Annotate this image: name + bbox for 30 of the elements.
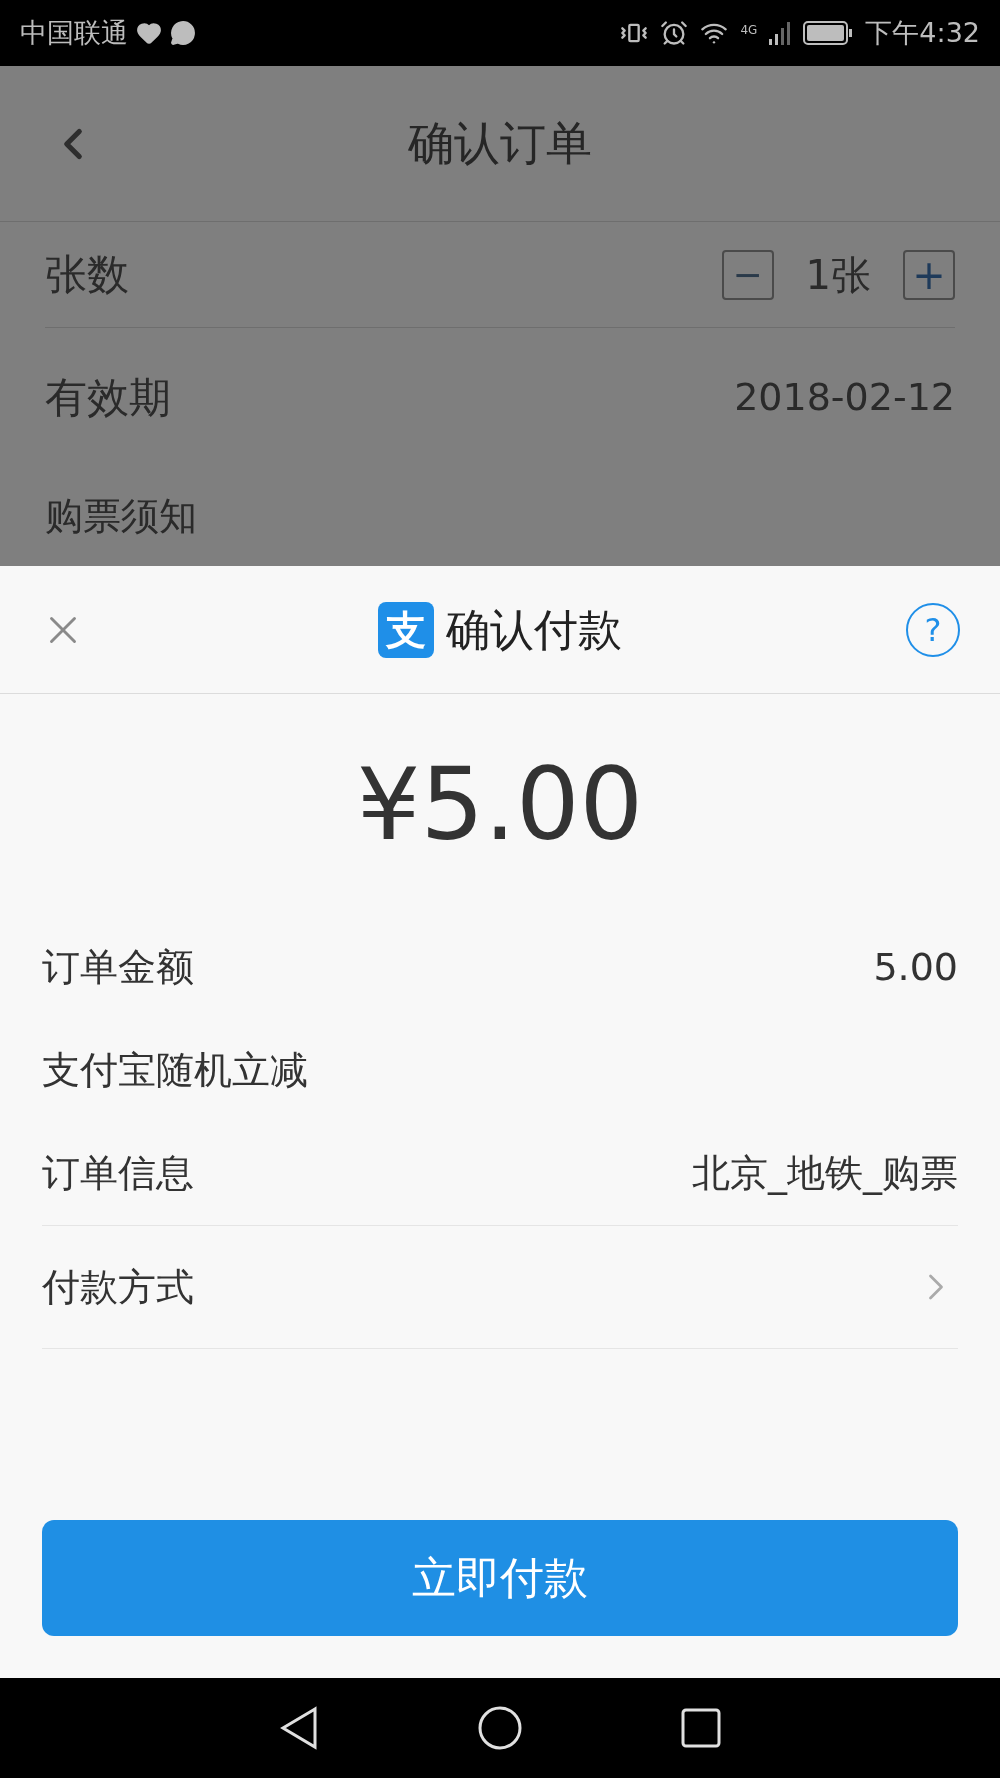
clock-time: 下午4:32 xyxy=(865,15,980,50)
recents-nav-icon[interactable] xyxy=(681,1708,721,1748)
quantity-value: 1张 xyxy=(805,250,871,300)
row-label[interactable]: 付款方式 xyxy=(42,1258,194,1316)
minus-button[interactable]: − xyxy=(721,249,774,300)
pay-button[interactable]: 立即付款 xyxy=(42,1520,958,1636)
row-label: 订单信息 xyxy=(42,1150,194,1197)
battery-icon xyxy=(803,21,854,45)
back-nav-icon[interactable] xyxy=(279,1706,319,1750)
alarm-icon xyxy=(660,19,689,47)
help-button[interactable]: ? xyxy=(906,602,960,657)
row-value: 5.00 xyxy=(873,944,958,991)
app-logo: 支 xyxy=(378,601,434,658)
signal-icon xyxy=(769,21,792,45)
chat-icon xyxy=(170,20,196,46)
row-label: 有效期 xyxy=(45,371,171,424)
plus-button[interactable]: + xyxy=(903,249,955,300)
row-label: 张数 xyxy=(45,249,129,301)
row-label: 支付宝随机立减 xyxy=(42,1047,308,1094)
sheet-title: 确认付款 xyxy=(446,602,622,657)
page-title: 确认订单 xyxy=(408,115,592,172)
carrier-name: 中国联通 xyxy=(20,15,128,50)
payment-amount: ¥5.00 xyxy=(356,745,644,865)
network-type: 4G xyxy=(740,21,758,39)
validity-date: 2018-02-12 xyxy=(734,373,955,421)
row-label: 订单金额 xyxy=(42,944,194,991)
heart-icon xyxy=(136,20,162,46)
row-value: 北京_地铁_购票 xyxy=(692,1150,958,1197)
home-nav-icon[interactable] xyxy=(477,1705,523,1751)
section-title: 购票须知 xyxy=(45,492,197,540)
